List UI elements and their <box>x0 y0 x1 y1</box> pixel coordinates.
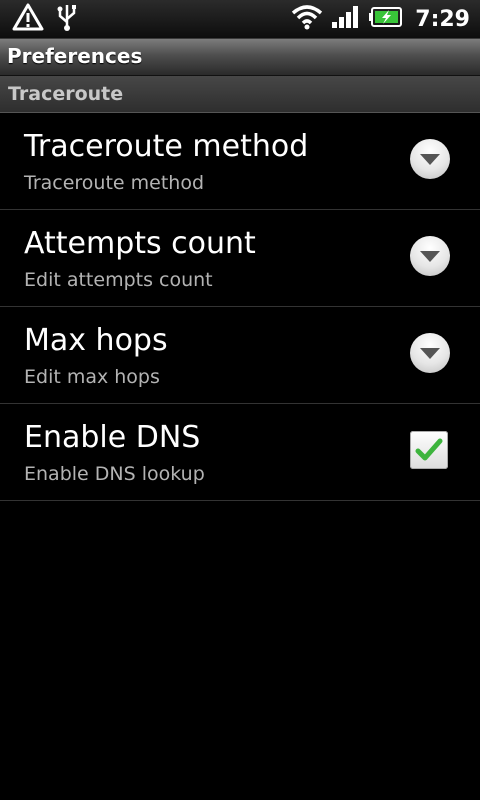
preference-list: Traceroute method Traceroute method Atte… <box>0 113 480 501</box>
usb-icon <box>56 2 78 36</box>
battery-charging-icon <box>369 6 403 32</box>
checkmark-icon <box>415 438 443 461</box>
signal-icon <box>331 5 361 33</box>
enable-dns-checkbox[interactable] <box>410 431 448 469</box>
alert-icon <box>12 3 44 35</box>
pref-summary: Traceroute method <box>24 172 205 194</box>
notification-icons <box>12 2 78 36</box>
pref-title: Max hops <box>24 323 168 358</box>
pref-attempts-count[interactable]: Attempts count Edit attempts count <box>0 210 480 307</box>
category-header: Traceroute <box>0 76 480 113</box>
pref-summary: Enable DNS lookup <box>24 463 205 485</box>
pref-traceroute-method[interactable]: Traceroute method Traceroute method <box>0 113 480 210</box>
system-icons: 7:29 <box>291 4 470 34</box>
category-label: Traceroute <box>8 83 124 105</box>
status-bar: 7:29 <box>0 0 480 39</box>
pref-max-hops[interactable]: Max hops Edit max hops <box>0 307 480 404</box>
pref-title: Enable DNS <box>24 420 201 455</box>
dropdown-arrow-icon[interactable] <box>410 236 450 276</box>
page-title: Preferences <box>7 44 143 68</box>
pref-enable-dns[interactable]: Enable DNS Enable DNS lookup <box>0 404 480 501</box>
pref-title: Traceroute method <box>24 129 309 164</box>
wifi-icon <box>291 4 323 34</box>
pref-summary: Edit max hops <box>24 366 160 388</box>
dropdown-arrow-icon[interactable] <box>410 333 450 373</box>
dropdown-arrow-icon[interactable] <box>410 139 450 179</box>
pref-title: Attempts count <box>24 226 256 261</box>
status-time: 7:29 <box>415 6 470 32</box>
pref-summary: Edit attempts count <box>24 269 213 291</box>
title-bar: Preferences <box>0 39 480 76</box>
